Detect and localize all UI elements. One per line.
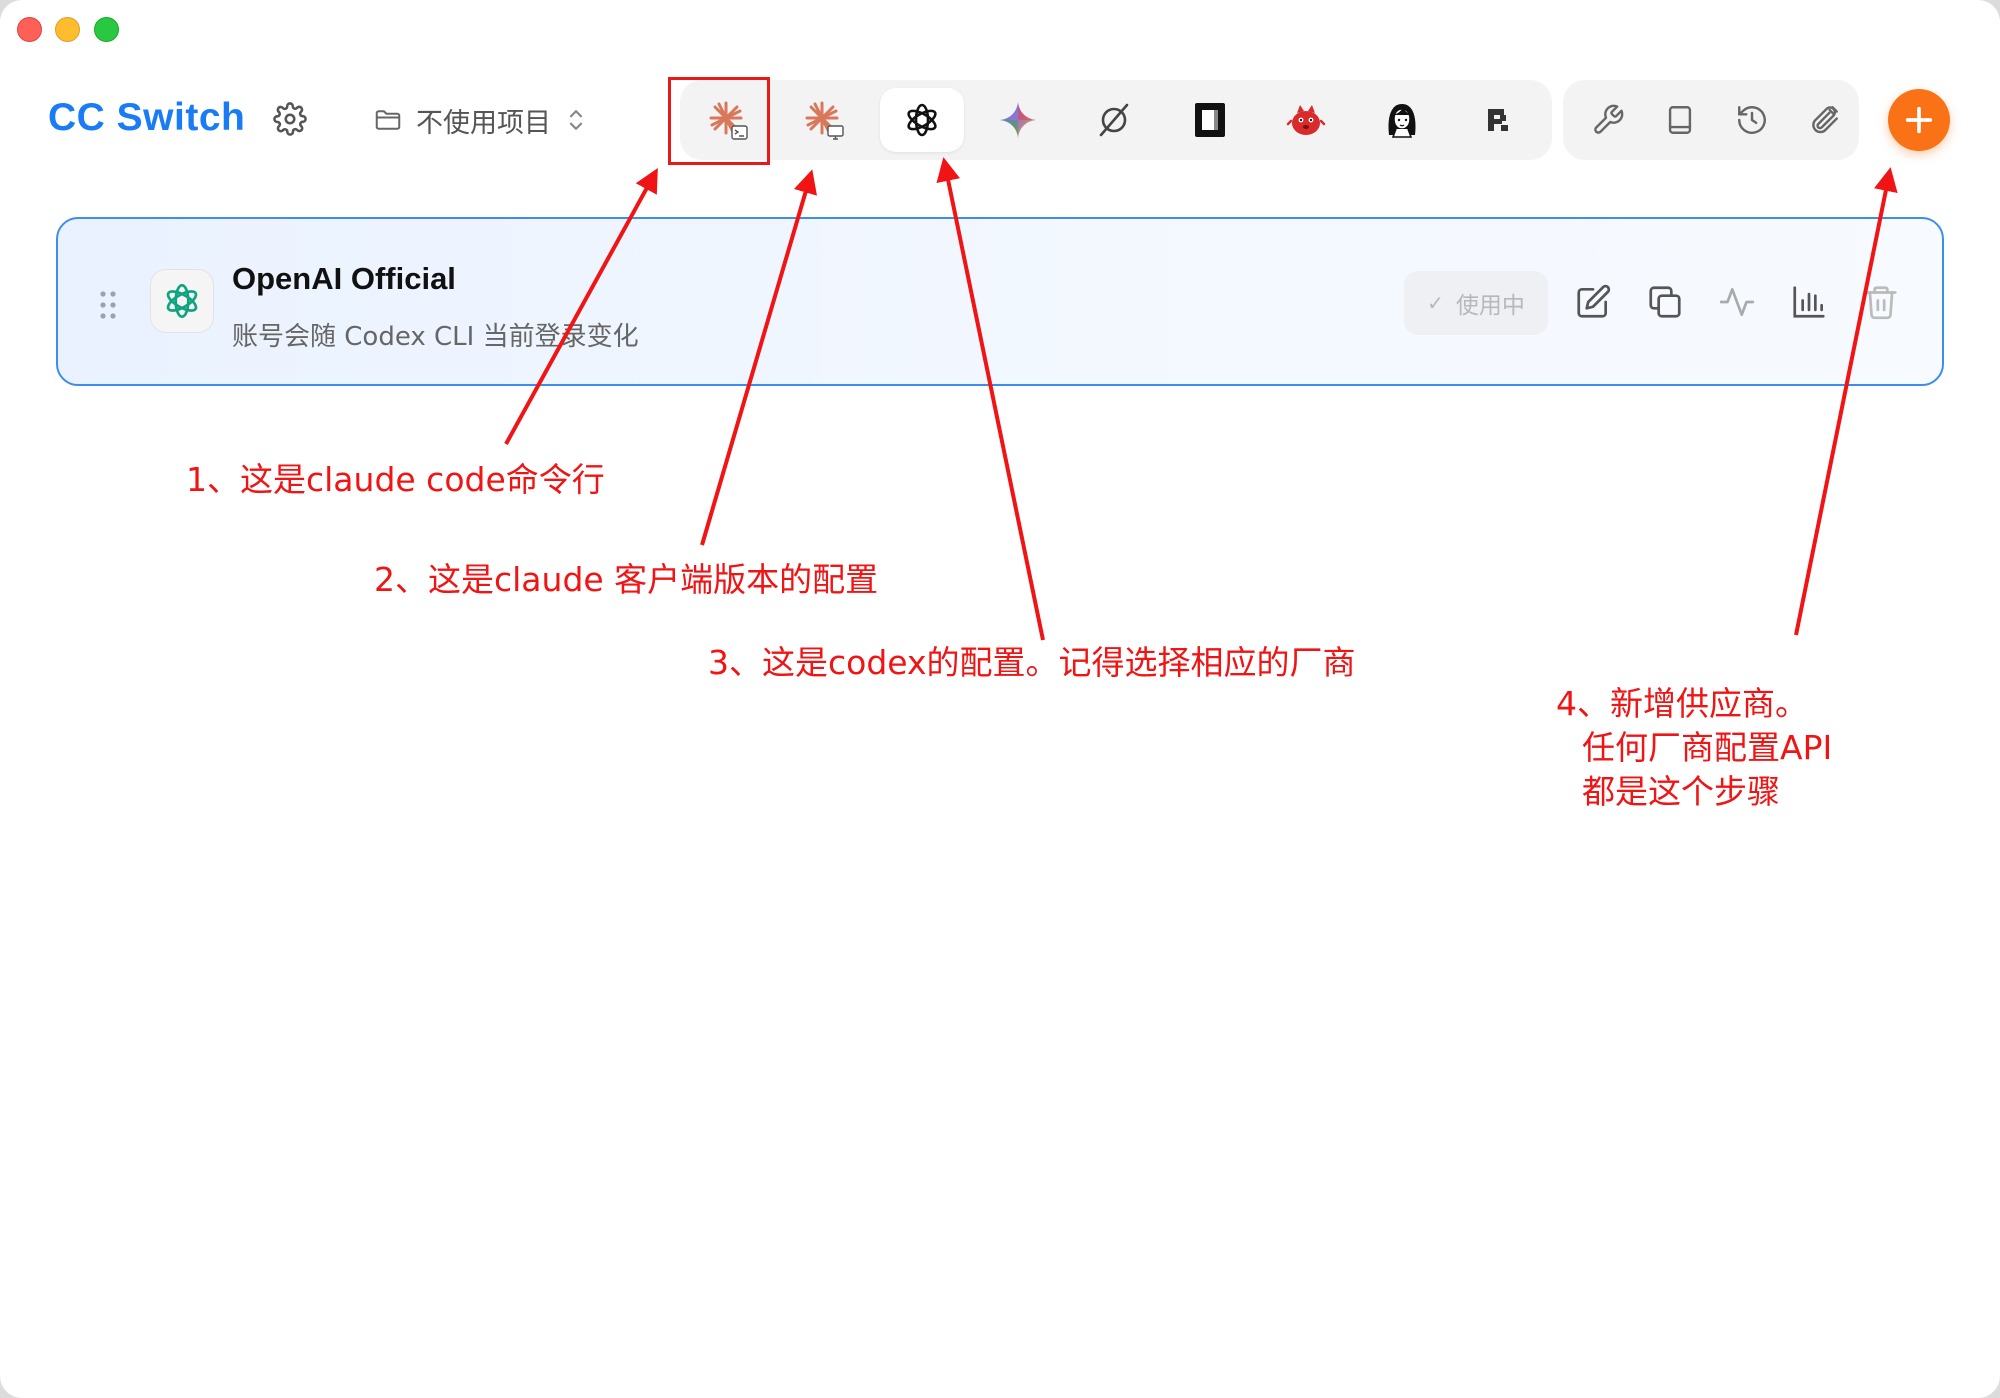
add-provider-button[interactable] (1888, 89, 1950, 151)
avatar-girl-icon (1388, 104, 1416, 138)
check-icon: ✓ (1427, 291, 1444, 315)
app-pixel-p[interactable] (1456, 88, 1540, 152)
history-icon (1738, 106, 1766, 134)
claude-desktop-icon (805, 101, 844, 140)
drag-handle-icon[interactable] (98, 289, 118, 321)
app-opencode[interactable] (1072, 88, 1156, 152)
gemini-icon (1000, 102, 1036, 138)
plus-icon (1905, 106, 1933, 134)
annotation-4-line2: 任何厂商配置API (1582, 728, 1833, 767)
provider-description: 账号会随 Codex CLI 当前登录变化 (232, 322, 639, 352)
terminal-app-icon (1195, 103, 1225, 137)
chevron-updown-icon (569, 110, 583, 130)
provider-card[interactable]: OpenAI Official 账号会随 Codex CLI 当前登录变化 ✓ … (56, 217, 1944, 386)
app-claude-desktop[interactable] (782, 88, 866, 152)
duplicate-button[interactable] (1646, 283, 1684, 321)
wrench-icon (1594, 104, 1624, 134)
tool-docs[interactable] (1649, 88, 1711, 152)
highlight-box (668, 77, 770, 165)
project-label: 不使用项目 (416, 107, 551, 139)
openai-codex-icon (907, 103, 937, 137)
annotation-2: 2、这是claude 客户端版本的配置 (374, 560, 879, 599)
provider-name: OpenAI Official (232, 261, 456, 296)
tools-group (1563, 80, 1859, 160)
annotation-3: 3、这是codex的配置。记得选择相应的厂商 (708, 643, 1356, 682)
zoom-window-button[interactable] (94, 17, 119, 42)
copy-icon (1649, 286, 1681, 318)
project-selector[interactable]: 不使用项目 (372, 100, 587, 140)
book-icon (1668, 106, 1692, 134)
bar-chart-icon (1793, 286, 1825, 318)
tool-attach[interactable] (1793, 88, 1855, 152)
app-gemini[interactable] (976, 88, 1060, 152)
edit-button[interactable] (1574, 283, 1612, 321)
paperclip-icon (1812, 106, 1838, 134)
tool-settings[interactable] (1577, 88, 1639, 152)
trash-icon (1865, 286, 1897, 320)
in-use-button[interactable]: ✓ 使用中 (1404, 271, 1548, 335)
app-terminal[interactable] (1168, 88, 1252, 152)
usage-button[interactable] (1790, 283, 1828, 321)
provider-logo (150, 269, 214, 333)
app-avatar-girl[interactable] (1360, 88, 1444, 152)
in-use-label: 使用中 (1455, 293, 1525, 319)
opencode-icon (1099, 103, 1129, 137)
test-button[interactable] (1718, 283, 1756, 321)
gear-icon[interactable] (273, 102, 307, 136)
app-red-mascot[interactable] (1264, 88, 1348, 152)
annotation-4-line1: 4、新增供应商。 (1556, 684, 1808, 723)
app-openai-codex[interactable] (880, 88, 964, 152)
app-title: CC Switch (48, 96, 246, 139)
app-window: CC Switch 不使用项目 OpenAI Official 账号会随 Cod… (0, 0, 2000, 1398)
minimize-window-button[interactable] (55, 17, 80, 42)
edit-icon (1577, 284, 1611, 318)
tool-history[interactable] (1721, 88, 1783, 152)
activity-icon (1719, 287, 1755, 317)
annotation-1: 1、这是claude code命令行 (186, 460, 605, 499)
pixel-p-icon (1488, 109, 1508, 131)
openai-icon (166, 283, 198, 319)
delete-button[interactable] (1862, 283, 1900, 321)
red-mascot-icon (1286, 105, 1326, 135)
folder-icon (375, 110, 401, 130)
close-window-button[interactable] (17, 17, 42, 42)
annotation-4-line3: 都是这个步骤 (1582, 772, 1780, 811)
app-switcher (680, 80, 1552, 160)
